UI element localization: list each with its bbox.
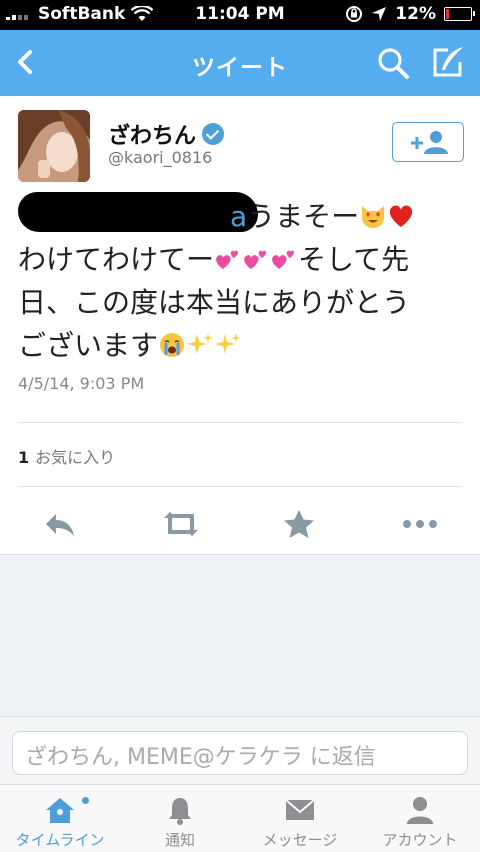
verified-badge-icon [202,123,225,145]
favorites-count-link[interactable]: 1 お気に入り [18,444,115,468]
new-items-dot [82,797,89,804]
more-options-icon[interactable] [400,508,440,540]
display-name[interactable]: ざわちん [108,118,225,150]
compose-icon[interactable] [430,44,466,80]
avatar[interactable] [18,110,90,182]
display-name-text: ざわちん [108,124,197,149]
redaction-mark [18,192,258,232]
tab-timeline-label: タイムライン [15,831,105,849]
tweet-actions [0,500,480,548]
tab-timeline[interactable]: タイムライン [0,785,120,852]
tweet-detail: ざわちん @kaori_0816 aうまそー わけてわけてー そして先 日、この度… [0,96,480,554]
tab-messages[interactable]: メッセージ [240,785,360,852]
battery-percent: 12% [395,4,436,24]
search-icon[interactable] [376,46,410,80]
status-bar: SoftBank 11:04 PM 12% [0,0,480,30]
follow-button[interactable] [392,122,464,162]
reply-bar: ざわちん, MEME@ケラケラ に返信 [0,716,480,784]
reply-input[interactable]: ざわちん, MEME@ケラケラ に返信 [12,731,468,775]
tweet-line-4: ございます [18,324,458,367]
two-hearts-emoji-icon [244,250,267,269]
divider [18,422,462,423]
tweet-line-3: 日、この度は本当にありがとう [18,286,411,319]
tweet-text-line1: うまそー [247,200,360,233]
two-hearts-emoji-icon [272,250,295,269]
avatar-photo [18,110,90,182]
home-icon [46,798,74,823]
tweet-text-line4: ございます [18,329,159,362]
sparkles-emoji-icon [187,333,214,354]
tweet-timestamp: 4/5/14, 9:03 PM [18,374,145,393]
empty-area [0,554,480,716]
retweet-icon[interactable] [160,508,202,540]
mention-fragment[interactable]: a [230,200,247,233]
location-arrow-icon [372,7,387,21]
divider [18,486,462,487]
favorites-count: 1 [18,448,30,467]
crying-face-emoji-icon [160,333,185,357]
bell-icon [169,798,191,825]
two-hearts-emoji-icon [216,250,239,269]
add-user-icon [411,131,448,154]
tweet-text-line2-after: そして先 [298,243,410,276]
battery-fill [446,9,449,19]
tab-account-label: アカウント [382,831,458,849]
red-heart-emoji-icon [390,205,413,227]
user-handle[interactable]: @kaori_0816 [108,148,212,167]
tab-notifications[interactable]: 通知 [120,785,240,852]
rotation-lock-icon [346,6,363,22]
favorite-star-icon[interactable] [282,508,316,540]
battery-icon [444,7,475,21]
sparkles-emoji-icon [215,333,242,354]
tab-bar: タイムライン 通知 メッセージ アカウント [0,784,480,852]
heart-eyes-cat-emoji-icon [362,206,385,228]
nav-bar: ツイート [0,30,480,96]
tab-notifications-label: 通知 [164,831,195,849]
tab-messages-label: メッセージ [262,831,338,849]
favorites-label: お気に入り [35,448,116,467]
tab-account[interactable]: アカウント [360,785,480,852]
person-icon [407,797,433,824]
tweet-text-line2: わけてわけてー [18,243,215,276]
envelope-icon [285,799,315,820]
tweet-text: aうまそー わけてわけてー そして先 日、この度は本当にありがとう ございます [18,192,458,367]
reply-icon[interactable] [42,508,78,540]
tweet-line-1: aうまそー [18,192,458,238]
tweet-line-2: わけてわけてー そして先 [18,238,458,281]
